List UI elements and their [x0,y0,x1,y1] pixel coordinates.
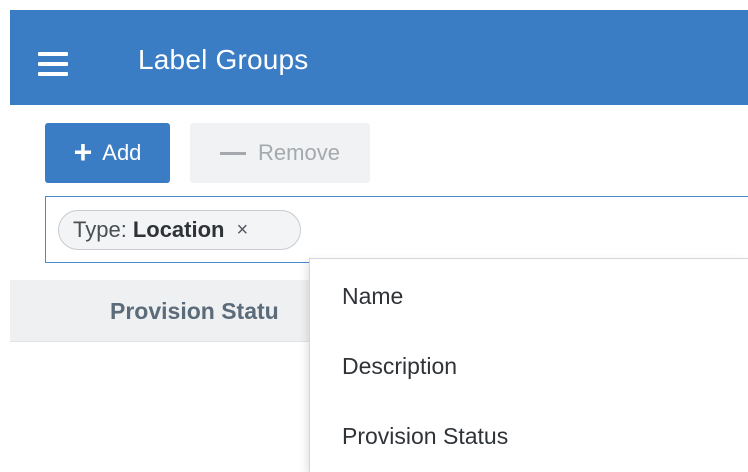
dropdown-item-name[interactable]: Name [342,283,403,310]
dropdown-item-provision-status[interactable]: Provision Status [342,423,508,450]
hamburger-menu-icon[interactable] [38,52,68,76]
add-button-label: Add [102,140,142,165]
app-window: Label Groups + Add Remove Type: Location… [0,0,748,472]
add-button[interactable]: + Add [45,123,170,183]
minus-icon [220,151,247,155]
column-header-provision-status[interactable]: Provision Statu [110,298,279,325]
filter-chip-value: Location [132,217,225,242]
table-header: Provision Statu [10,280,310,342]
menu-bar [38,72,68,76]
menu-bar [38,62,68,66]
plus-icon: + [73,133,93,170]
close-icon[interactable]: × [236,219,248,242]
remove-button[interactable]: Remove [190,123,370,183]
menu-bar [38,52,68,56]
dropdown-item-description[interactable]: Description [342,353,457,380]
filter-chip-label: Type: [73,217,127,242]
filter-chip-type[interactable]: Type: Location × [58,210,301,250]
page-title: Label Groups [138,44,309,75]
remove-button-label: Remove [258,140,340,165]
table-body [10,343,310,472]
app-header: Label Groups [10,10,748,105]
filter-dropdown-menu: Name Description Provision Status [309,258,748,472]
filter-input[interactable]: Type: Location × [45,196,748,263]
